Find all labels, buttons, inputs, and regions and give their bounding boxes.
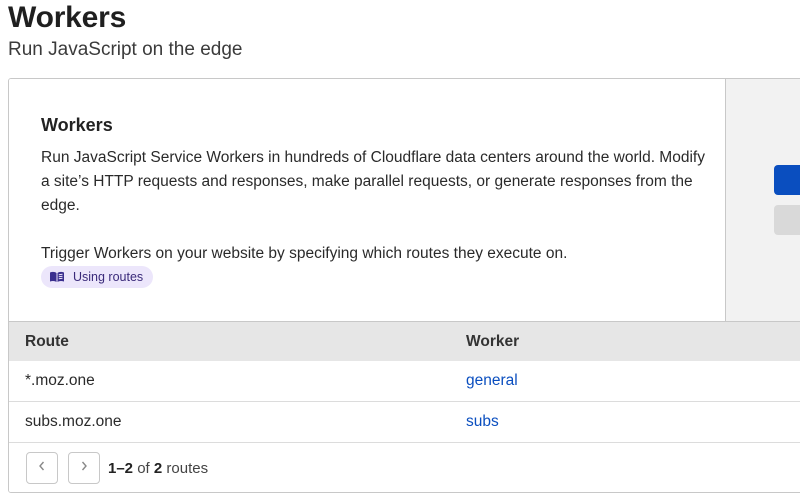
secondary-action-button[interactable] bbox=[774, 205, 800, 235]
add-route-button[interactable] bbox=[774, 165, 800, 195]
pagination-total: 2 bbox=[153, 460, 163, 477]
worker-link[interactable]: subs bbox=[466, 413, 499, 431]
worker-link[interactable]: general bbox=[466, 372, 518, 390]
pagination-range: 1–2 bbox=[108, 460, 134, 477]
page-subtitle: Run JavaScript on the edge bbox=[8, 39, 243, 60]
chevron-right-icon bbox=[79, 459, 89, 477]
card-side-actions bbox=[726, 79, 800, 321]
book-icon bbox=[49, 271, 65, 283]
using-routes-doc-link[interactable]: Using routes bbox=[41, 266, 154, 288]
using-routes-label: Using routes bbox=[73, 270, 144, 284]
pagination-of: of bbox=[137, 460, 150, 477]
next-page-button[interactable] bbox=[68, 452, 100, 484]
card-trigger-text: Trigger Workers on your website by speci… bbox=[41, 245, 568, 262]
workers-routes-card: Workers Run JavaScript Service Workers i… bbox=[8, 78, 800, 493]
pagination: 1–2 of 2 routes bbox=[9, 443, 800, 492]
pagination-unit: routes bbox=[166, 460, 209, 477]
table-row[interactable]: subs.moz.one subs bbox=[9, 402, 800, 443]
routes-table-header: Route Worker bbox=[9, 321, 800, 361]
route-cell: subs.moz.one bbox=[25, 413, 122, 430]
chevron-left-icon bbox=[37, 459, 47, 477]
card-heading: Workers bbox=[41, 115, 113, 135]
page-title: Workers bbox=[8, 1, 127, 34]
card-description: Run JavaScript Service Workers in hundre… bbox=[41, 149, 705, 214]
card-intro: Workers Run JavaScript Service Workers i… bbox=[9, 79, 726, 321]
pagination-summary: 1–2 of 2 routes bbox=[108, 460, 208, 477]
previous-page-button[interactable] bbox=[26, 452, 58, 484]
column-header-worker: Worker bbox=[466, 333, 520, 350]
column-header-route: Route bbox=[25, 333, 69, 350]
table-row[interactable]: *.moz.one general bbox=[9, 361, 800, 402]
route-cell: *.moz.one bbox=[25, 372, 95, 389]
